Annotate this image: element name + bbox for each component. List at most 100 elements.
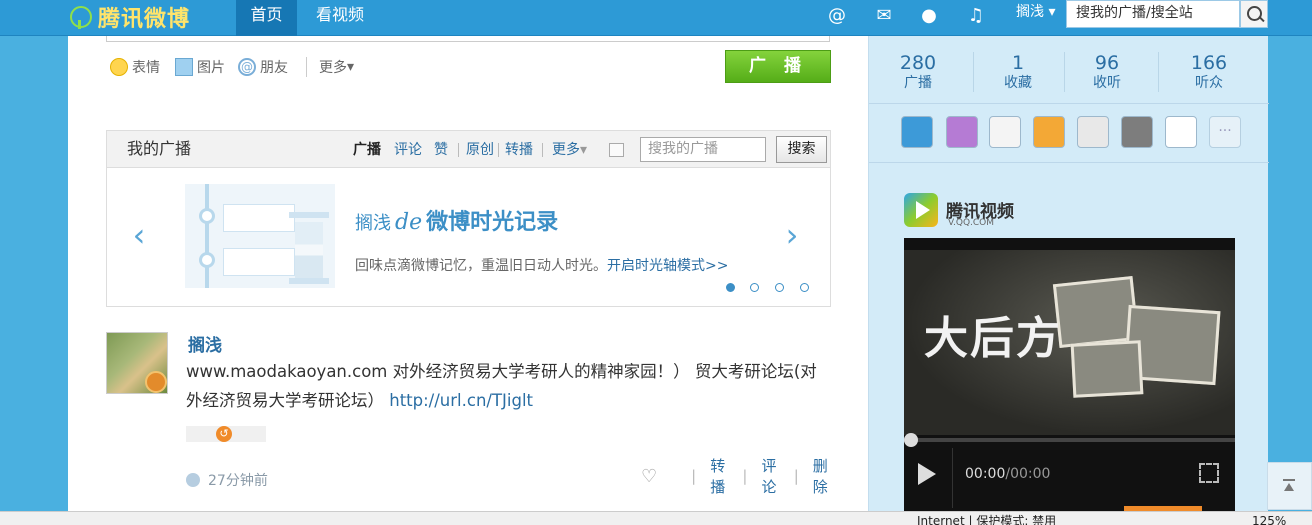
- main-column: 表情 图片 @ 朋友 更多 ▾ 广 播 我的广播 广播 评论 赞 原创 转播 更多▾…: [68, 36, 868, 511]
- post-media-thumbnail[interactable]: ↺: [186, 426, 266, 442]
- emoji-tool[interactable]: 表情: [110, 57, 160, 77]
- post-actions: ♡ | 转播 | 评论 | 删除: [641, 457, 831, 496]
- repost-link[interactable]: 转播: [710, 455, 728, 497]
- banner-subtitle-text: 回味点滴微博记忆，重温旧日动人时光。: [355, 258, 607, 274]
- control-divider: [952, 448, 953, 508]
- progress-knob[interactable]: [904, 433, 918, 447]
- nav-home-tab[interactable]: 首页: [236, 0, 297, 36]
- stat-followers[interactable]: 166 听众: [1164, 52, 1254, 92]
- search-icon[interactable]: [1240, 0, 1268, 28]
- divider: [869, 162, 1269, 163]
- feed-header: 我的广播 广播 评论 赞 原创 转播 更多▾ 搜我的广播 搜索: [106, 130, 831, 168]
- carousel-dot[interactable]: [726, 283, 735, 292]
- video-poster[interactable]: 大后方: [904, 250, 1235, 435]
- banner-subtitle: 回味点滴微博记忆，重温旧日动人时光。开启时光轴模式>>: [355, 255, 728, 275]
- security-zone: Internet | 保护模式: 禁用: [917, 514, 1057, 525]
- mention-tool[interactable]: @ 朋友: [238, 57, 288, 77]
- logo-mark-icon: [70, 6, 92, 29]
- mail-icon[interactable]: ✉: [873, 5, 895, 27]
- tab-divider: [498, 143, 499, 157]
- game-app-icon[interactable]: [1033, 116, 1065, 148]
- composer-textarea[interactable]: [106, 36, 830, 42]
- banner-main-title: 微博时光记录: [426, 210, 559, 235]
- feed-search-button[interactable]: 搜索: [776, 136, 827, 163]
- stat-value: 280: [899, 52, 937, 74]
- video-progress-bar[interactable]: [904, 433, 1235, 447]
- chevron-left-icon[interactable]: ‹: [129, 218, 149, 252]
- tab-original[interactable]: 原创: [466, 131, 494, 169]
- carousel-dot[interactable]: [750, 283, 759, 292]
- at-icon[interactable]: @: [826, 5, 848, 27]
- stat-label: 广播: [904, 75, 932, 91]
- emoji-label: 表情: [132, 60, 160, 76]
- chevron-down-icon: ▾: [347, 59, 355, 75]
- back-to-top-button[interactable]: [1267, 462, 1312, 510]
- nav-video-tab[interactable]: 看视频: [300, 0, 380, 36]
- stat-favorites[interactable]: 1 收藏: [973, 52, 1063, 92]
- hourglass-icon: [289, 212, 329, 284]
- zoom-level[interactable]: 125%: [1252, 514, 1286, 525]
- calendar-icon[interactable]: [609, 143, 624, 157]
- stat-broadcasts[interactable]: 280 广播: [873, 52, 963, 92]
- sound-icon[interactable]: ♫: [965, 5, 987, 27]
- stat-label: 听众: [1195, 75, 1223, 91]
- stat-following[interactable]: 96 收听: [1062, 52, 1152, 92]
- stat-label: 收藏: [1004, 75, 1032, 91]
- broadcast-submit-button[interactable]: 广 播: [725, 50, 831, 83]
- image-tool[interactable]: 图片: [175, 57, 225, 77]
- tab-more[interactable]: 更多▾: [552, 131, 587, 169]
- post-author[interactable]: 搁浅: [188, 331, 222, 356]
- tab-broadcast[interactable]: 广播: [353, 131, 381, 169]
- reload-app-icon[interactable]: [989, 116, 1021, 148]
- avatar[interactable]: [106, 332, 168, 394]
- carousel-dot[interactable]: [800, 283, 809, 292]
- feed-post: 搁浅 www.maodakaoyan.com 对外经济贸易大学考研人的精神家园！…: [106, 330, 831, 500]
- tab-comments[interactable]: 评论: [394, 131, 422, 169]
- timeline-node: [199, 252, 215, 268]
- music-app-icon[interactable]: [1121, 116, 1153, 148]
- mobile-app-icon[interactable]: [901, 116, 933, 148]
- global-search-input[interactable]: 搜我的广播/搜全站: [1066, 0, 1240, 28]
- play-icon[interactable]: [918, 463, 936, 485]
- timeline-mode-link[interactable]: 开启时光轴模式>>: [607, 258, 728, 274]
- timeline-rail: [205, 184, 209, 288]
- post-link[interactable]: http://url.cn/TJiglt: [389, 391, 533, 410]
- delete-link[interactable]: 删除: [813, 455, 831, 497]
- user-name: 搁浅: [1016, 4, 1044, 20]
- feed-search-input[interactable]: 搜我的广播: [640, 137, 766, 162]
- stat-value: 166: [1190, 52, 1228, 74]
- fullscreen-icon[interactable]: [1199, 463, 1219, 483]
- divider: [869, 103, 1269, 104]
- video-logo-icon: [904, 193, 938, 227]
- tab-likes[interactable]: 赞: [434, 131, 448, 169]
- stat-value: 96: [1094, 52, 1120, 74]
- user-icon[interactable]: ●: [918, 5, 940, 27]
- tencent-video-logo[interactable]: 腾讯视频 V.QQ.COM: [904, 193, 1034, 229]
- tencent-weibo-logo[interactable]: 腾讯微博: [70, 0, 190, 34]
- edit-app-icon[interactable]: [946, 116, 978, 148]
- comment-link[interactable]: 评论: [761, 455, 779, 497]
- mention-label: 朋友: [260, 60, 288, 76]
- blank-app-icon[interactable]: [1165, 116, 1197, 148]
- logo-text: 腾讯微博: [98, 7, 191, 32]
- timeline-node: [199, 208, 215, 224]
- chevron-right-icon[interactable]: ›: [782, 218, 802, 252]
- video-domain: V.QQ.COM: [948, 218, 995, 228]
- user-menu[interactable]: 搁浅 ▾: [1016, 0, 1055, 30]
- more-tools-menu[interactable]: 更多 ▾: [306, 57, 354, 77]
- more-apps-button[interactable]: ···: [1209, 116, 1241, 148]
- video-total-time: /00:00: [1005, 466, 1051, 482]
- more-label: 更多: [319, 60, 347, 76]
- top-navigation-bar: 腾讯微博 首页 看视频 @ ✉ ● ♫ 搁浅 ▾ 搜我的广播/搜全站: [0, 0, 1312, 36]
- phone-app-icon[interactable]: [1077, 116, 1109, 148]
- banner-de: de: [395, 210, 423, 235]
- carousel-dot[interactable]: [775, 283, 784, 292]
- chevron-down-icon: ▾: [580, 142, 588, 158]
- timeline-card: [223, 204, 295, 232]
- video-player[interactable]: 大后方 00:00/00:00: [904, 238, 1235, 511]
- action-divider: |: [793, 467, 799, 485]
- like-heart-icon[interactable]: ♡: [641, 466, 657, 487]
- tab-divider: [458, 143, 459, 157]
- video-current-time: 00:00: [965, 466, 1006, 482]
- tab-repost[interactable]: 转播: [505, 131, 533, 169]
